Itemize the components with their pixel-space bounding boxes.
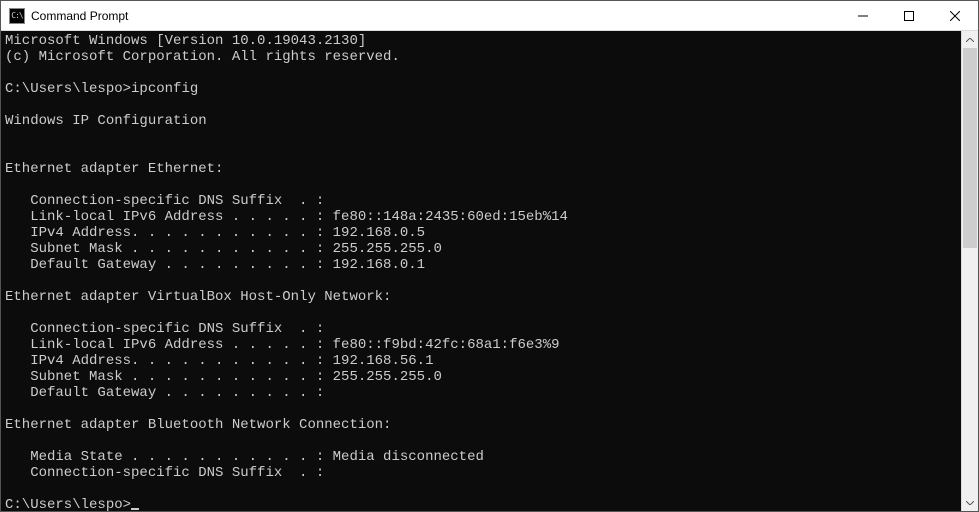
scroll-thumb[interactable] [963,48,977,248]
adapter-line: Connection-specific DNS Suffix . : [5,465,324,481]
adapter-line: IPv4 Address. . . . . . . . . . . : 192.… [5,353,433,369]
adapter-line: Media State . . . . . . . . . . . : Medi… [5,449,484,465]
adapter-line: Subnet Mask . . . . . . . . . . . : 255.… [5,241,442,257]
os-version-line: Microsoft Windows [Version 10.0.19043.21… [5,33,366,49]
adapter-header-2: Ethernet adapter Bluetooth Network Conne… [5,417,391,433]
adapter-line: Default Gateway . . . . . . . . . : [5,385,324,401]
adapter-line: Link-local IPv6 Address . . . . . : fe80… [5,209,568,225]
close-button[interactable] [932,1,978,30]
minimize-button[interactable] [840,1,886,30]
adapter-header-1: Ethernet adapter VirtualBox Host-Only Ne… [5,289,391,305]
adapter-line: Link-local IPv6 Address . . . . . : fe80… [5,337,560,353]
input-cursor [131,508,139,510]
adapter-header-0: Ethernet adapter Ethernet: [5,161,223,177]
scroll-down-button[interactable] [962,494,978,511]
window-title: Command Prompt [31,9,128,23]
adapter-line: Subnet Mask . . . . . . . . . . . : 255.… [5,369,442,385]
scroll-up-button[interactable] [962,31,978,48]
prompt-2: C:\Users\lespo> [5,497,131,511]
adapter-line: Connection-specific DNS Suffix . : [5,193,324,209]
terminal[interactable]: Microsoft Windows [Version 10.0.19043.21… [1,31,961,511]
prompt-1: C:\Users\lespo>ipconfig [5,81,198,97]
adapter-line: IPv4 Address. . . . . . . . . . . : 192.… [5,225,425,241]
vertical-scrollbar[interactable] [961,31,978,511]
window-titlebar[interactable]: C:\ Command Prompt [1,1,978,31]
maximize-button[interactable] [886,1,932,30]
copyright-line: (c) Microsoft Corporation. All rights re… [5,49,400,65]
adapter-line: Default Gateway . . . . . . . . . : 192.… [5,257,425,273]
ipconfig-title: Windows IP Configuration [5,113,207,129]
cmd-icon: C:\ [9,8,25,24]
adapter-line: Connection-specific DNS Suffix . : [5,321,324,337]
